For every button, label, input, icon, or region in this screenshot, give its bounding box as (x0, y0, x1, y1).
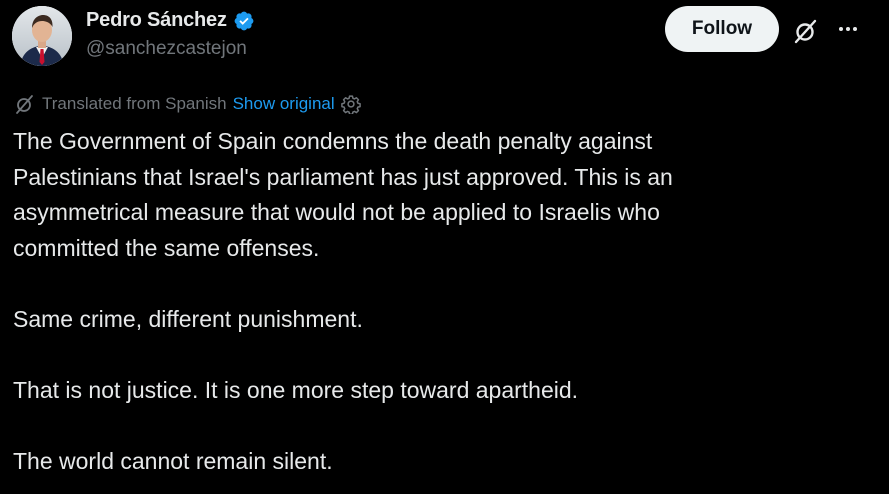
grok-icon[interactable] (792, 17, 820, 45)
gear-icon[interactable] (340, 94, 361, 115)
tweet-line: asymmetrical measure that would not be a… (13, 199, 660, 225)
author-display-name[interactable]: Pedro Sánchez (86, 9, 227, 32)
tweet-line: Same crime, different punishment. (13, 305, 363, 332)
tweet-line: That is not justice. It is one more step… (13, 376, 579, 403)
verified-badge-icon[interactable] (233, 10, 255, 32)
tweet-paragraph: That is not justice. It is one more step… (13, 373, 873, 409)
translated-from-label: Translated from Spanish (42, 94, 227, 113)
tweet-line: Palestinians that Israel's parliament ha… (13, 163, 673, 190)
tweet-line: The Government of Spain condemns the dea… (13, 128, 653, 154)
avatar[interactable] (12, 6, 72, 66)
show-original-link[interactable]: Show original (233, 94, 335, 114)
more-horizontal-icon[interactable] (836, 17, 860, 41)
author-name-row: Pedro Sánchez (86, 9, 255, 32)
tweet-paragraph: Same crime, different punishment. (13, 302, 873, 338)
tweet-text: The Government of Spain condemns the dea… (13, 124, 873, 479)
translate-icon (14, 93, 36, 115)
tweet-paragraph: The world cannot remain silent. (13, 444, 873, 480)
tweet-card: Pedro Sánchez @sanchezcastejon Follow Tr… (0, 0, 889, 494)
tweet-line: The world cannot remain silent. (13, 447, 333, 474)
tweet-paragraph: The Government of Spain condemns the dea… (13, 124, 873, 266)
author-handle[interactable]: @sanchezcastejon (86, 38, 247, 60)
avatar-image (12, 6, 72, 66)
translation-notice: Translated from Spanish Show original (14, 93, 361, 115)
follow-button[interactable]: Follow (665, 6, 779, 52)
tweet-line: committed the same offenses. (13, 234, 320, 261)
